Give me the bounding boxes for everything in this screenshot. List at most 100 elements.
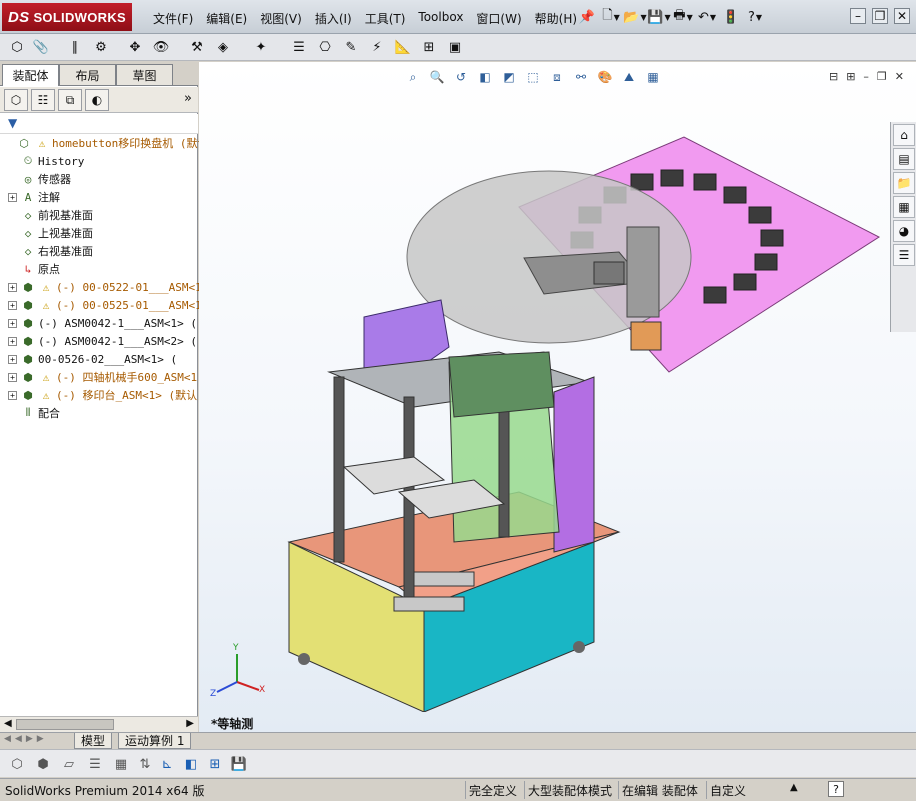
undo-button[interactable]: ↶ ▼ [696,6,718,28]
menu-edit[interactable]: 编辑(E) [201,10,255,27]
appearances-icon[interactable]: ◕ [893,220,915,242]
tab-motion-study[interactable]: 运动算例 1 [118,733,192,749]
menu-file[interactable]: 文件(F) [148,10,201,27]
linear-pattern-icon[interactable]: ∥ [64,36,86,58]
tree-item[interactable]: + ⬢ 00-0526-02___ASM<1> ( [8,350,177,368]
close-button[interactable]: ✕ [894,8,910,24]
tab-model[interactable]: 模型 [74,733,113,749]
move-component-icon[interactable]: ✥ [124,36,146,58]
grid-icon[interactable]: ⊞ [204,753,226,775]
save-state-icon[interactable]: 💾 [228,753,250,775]
tree-item[interactable]: + ⬢ (-) ASM0042-1___ASM<2> ( [8,332,197,350]
tree-item[interactable]: ↳ 原点 [8,260,60,278]
minimize-button[interactable]: – [850,8,866,24]
expand-toggle-icon[interactable]: + [8,390,17,400]
expand-toggle-icon[interactable]: + [8,318,17,328]
tree-filter-bar[interactable]: ▼ [0,114,198,134]
restore-button[interactable]: ❐ [872,8,888,24]
assembly-features-icon[interactable]: ⚒ [186,36,208,58]
tab-sketch[interactable]: 草图 [116,64,173,85]
tree-item[interactable]: ◇ 前视基准面 [8,206,93,224]
smart-fasteners-icon[interactable]: ⚙ [90,36,112,58]
expand-toggle-icon[interactable]: + [8,372,17,382]
interference-detection-icon[interactable]: ⚡ [366,36,388,58]
menu-view[interactable]: 视图(V) [255,10,310,27]
tree-item[interactable]: ⦀ 配合 [8,404,60,422]
rebuild-icon[interactable]: 🚦 [720,6,742,28]
clearance-verification-icon[interactable]: 📐 [392,36,414,58]
new-document-button[interactable]: 🗋 ▼ [600,6,622,28]
sketch-toolbar-icon-6[interactable]: ⇅ [134,753,156,775]
new-motion-study-icon[interactable]: ✦ [250,36,272,58]
view-palette-icon[interactable]: ▦ [893,196,915,218]
tab-scroll-icon[interactable]: ◀◀▶▶ [4,734,48,744]
save-button[interactable]: 💾 ▼ [647,6,670,28]
tree-item[interactable]: + ⬢ ⚠ (-) 四轴机械手600_ASM<1 [8,368,197,386]
sketch-toolbar-icon-2[interactable]: ⬢ [32,753,54,775]
hole-alignment-icon[interactable]: ⊞ [418,36,440,58]
expand-chevron-icon[interactable]: » [184,91,192,106]
tree-item[interactable]: ◎ 传感器 [8,170,71,188]
mate-icon[interactable]: 📎 [30,36,52,58]
menu-window[interactable]: 窗口(W) [471,10,529,27]
tree-item[interactable]: + A 注解 [8,188,60,206]
resources-icon[interactable]: ⌂ [893,124,915,146]
insert-component-icon[interactable]: ⬡ [6,36,28,58]
exploded-view-icon[interactable]: ⎔ [314,36,336,58]
help-button[interactable]: ? ▼ [744,6,766,28]
expand-toggle-icon[interactable]: + [8,354,17,364]
menu-toolbox[interactable]: Toolbox [413,10,471,27]
tree-item[interactable]: ⏲ History [8,152,85,170]
scroll-right-icon[interactable]: ▶ [186,718,194,729]
panel-tabs: 装配体 布局 草图 [0,62,198,86]
featuremanager-tab-icon[interactable]: ⬡ [4,89,28,111]
expand-toggle-icon[interactable]: + [8,300,17,310]
tree-item[interactable]: ◇ 右视基准面 [8,242,93,260]
sensor-icon: ◎ [24,172,32,186]
tree-item[interactable]: + ⬢ ⚠ (-) 00-0525-01___ASM<1> [8,296,208,314]
tree-item[interactable]: ⬡ ⚠ homebutton移印换盘机 (默认 [4,134,208,152]
custom-properties-icon[interactable]: ☰ [893,244,915,266]
tree-item[interactable]: + ⬢ ⚠ (-) 00-0522-01___ASM<1> [8,278,208,296]
assembly-model-render[interactable] [199,62,899,712]
expand-toggle-icon[interactable]: + [8,336,17,346]
sketch-toolbar-icon-4[interactable]: ☰ [84,753,106,775]
bill-of-materials-icon[interactable]: ☰ [288,36,310,58]
tree-item[interactable]: + ⬢ (-) ASM0042-1___ASM<1> ( [8,314,197,332]
display-cube-icon[interactable]: ◧ [180,753,202,775]
scroll-left-icon[interactable]: ◀ [4,718,12,729]
status-help-icon[interactable]: ? [828,781,844,797]
file-explorer-icon[interactable]: 📁 [893,172,915,194]
units-dropdown-icon[interactable]: ▲ [790,782,798,793]
tree-item[interactable]: + ⬢ ⚠ (-) 移印台_ASM<1> (默认 [8,386,197,404]
explode-line-sketch-icon[interactable]: ✎ [340,36,362,58]
tab-assembly[interactable]: 装配体 [2,64,59,86]
horizontal-scrollbar[interactable]: ◀ ▶ [0,716,198,732]
instant3d-icon[interactable]: ▣ [444,36,466,58]
menu-tools[interactable]: 工具(T) [360,10,414,27]
print-button[interactable]: 🖶 ▼ [672,6,694,28]
scroll-thumb[interactable] [16,719,114,730]
sketch-toolbar-icon-1[interactable]: ⬡ [6,753,28,775]
tab-layout[interactable]: 布局 [59,64,116,85]
tree-item[interactable]: ◇ 上视基准面 [8,224,93,242]
pin-icon[interactable]: 📌 [576,6,598,28]
filter-icon[interactable]: ▼ [8,116,17,130]
open-button[interactable]: 📂 ▼ [623,6,646,28]
status-large-assembly-mode: 大型装配体模式 [524,781,615,799]
sketch-relation-icon[interactable]: ⊾ [156,753,178,775]
configurationmanager-tab-icon[interactable]: ⧉ [58,89,82,111]
reference-geometry-icon[interactable]: ◈ [212,36,234,58]
sketch-toolbar-icon-5[interactable]: ▦ [110,753,132,775]
menu-insert[interactable]: 插入(I) [310,10,360,27]
displaymanager-tab-icon[interactable]: ◐ [85,89,109,111]
sketch-toolbar-icon-3[interactable]: ▱ [58,753,80,775]
solidworks-logo[interactable]: DS SOLIDWORKS [2,3,132,31]
expand-toggle-icon[interactable]: + [8,282,17,292]
show-hidden-icon[interactable]: 👁 [150,36,172,58]
graphics-area[interactable]: ⌕ 🔍 ↺ ◧ ◩ ⬚ ⧈ ⚯ 🎨 ⛰ ▦ ⊟ ⊞ – ❐ ✕ Y X Z *等… [199,62,916,732]
propertymanager-tab-icon[interactable]: ☷ [31,89,55,111]
design-library-icon[interactable]: ▤ [893,148,915,170]
expand-toggle-icon[interactable]: + [8,192,17,202]
status-units[interactable]: 自定义 [706,781,749,799]
